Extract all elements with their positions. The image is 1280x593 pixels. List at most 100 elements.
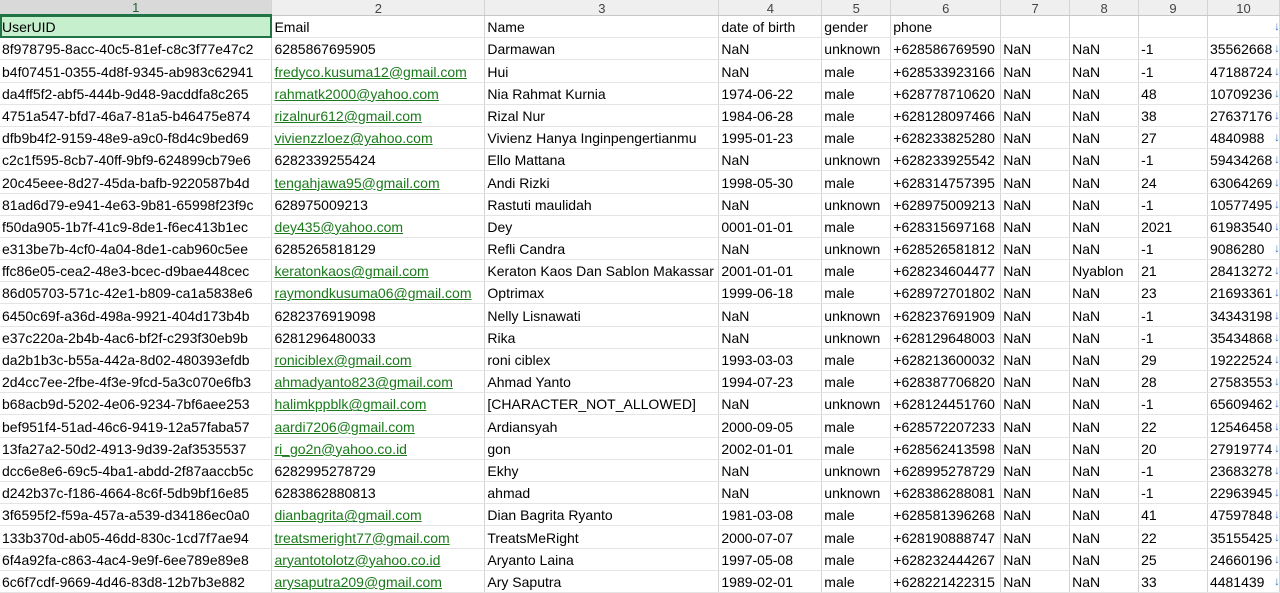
table-cell[interactable]: 0001-01-01 [718,215,823,238]
table-cell[interactable]: Rizal Nur [484,104,720,127]
table-cell[interactable]: unknown [821,303,892,327]
table-cell[interactable]: 10577495 ↓ [1207,193,1280,216]
table-cell[interactable]: +628572207233 [890,414,1002,438]
table-cell[interactable]: NaN [1000,259,1071,283]
table-cell[interactable]: +628972701802 [890,281,1002,305]
table-cell[interactable]: -1 [1138,392,1208,416]
column-header-1[interactable]: 1 [0,0,273,16]
table-cell[interactable]: NaN [1000,348,1071,372]
table-cell[interactable]: unknown [821,237,892,261]
table-cell[interactable]: -1 [1138,193,1208,216]
table-cell[interactable]: 133b370d-ab05-46dd-830c-1cd7f7ae94 [0,525,273,549]
table-cell[interactable]: +628221422315 [890,570,1002,593]
table-cell[interactable]: 1989-02-01 [718,570,823,593]
header-cell[interactable]: Name [484,15,720,39]
table-cell[interactable]: 22 [1138,525,1208,549]
table-cell[interactable]: 63064269 ↓ [1207,170,1280,194]
table-cell[interactable]: +628128097466 [890,104,1002,127]
table-cell[interactable]: NaN [718,148,823,172]
table-cell[interactable]: ahmad [484,481,720,505]
table-cell[interactable]: e37c220a-2b4b-4ac6-bf2f-c293f30eb9b [0,326,273,349]
table-cell[interactable]: male [821,370,892,394]
table-cell[interactable]: NaN [1069,193,1140,216]
table-cell[interactable]: NaN [1069,370,1140,394]
table-cell[interactable]: NaN [1000,370,1071,394]
table-cell[interactable]: 28 [1138,370,1208,394]
email-link[interactable]: vivienzzloez@yahoo.com [274,130,432,146]
table-cell[interactable]: 6285867695905 [271,37,486,61]
table-cell[interactable]: Ary Saputra [484,570,720,593]
table-cell[interactable]: NaN [1069,570,1140,593]
table-cell[interactable]: NaN [1069,170,1140,194]
table-cell[interactable]: -1 [1138,303,1208,327]
table-cell[interactable]: NaN [718,59,823,83]
table-cell[interactable]: NaN [1069,104,1140,127]
table-cell[interactable]: 6c6f7cdf-9669-4d46-83d8-12b7b3e882 [0,570,273,593]
table-cell[interactable]: male [821,437,892,460]
table-cell[interactable]: 6285265818129 [271,237,486,261]
table-cell[interactable]: unknown [821,193,892,216]
table-cell[interactable]: aryantotolotz@yahoo.co.id [271,548,486,571]
email-link[interactable]: fredyco.kusuma12@gmail.com [274,64,466,80]
table-cell[interactable]: Ardiansyah [484,414,720,438]
table-cell[interactable]: 59434268 ↓ [1207,148,1280,172]
table-cell[interactable]: NaN [718,237,823,261]
table-cell[interactable]: unknown [821,148,892,172]
table-cell[interactable]: Ello Mattana [484,148,720,172]
email-link[interactable]: tengahjawa95@gmail.com [274,175,439,191]
table-cell[interactable]: vivienzzloez@yahoo.com [271,126,486,150]
table-cell[interactable]: male [821,82,892,105]
table-cell[interactable]: 38 [1138,104,1208,127]
table-cell[interactable]: 22963945 ↓ [1207,481,1280,505]
table-cell[interactable]: NaN [718,326,823,349]
email-link[interactable]: treatsmeright77@gmail.com [274,530,449,546]
table-cell[interactable]: 21693361 ↓ [1207,281,1280,305]
table-cell[interactable]: Hui [484,59,720,83]
table-cell[interactable]: 10709236 ↓ [1207,82,1280,105]
table-cell[interactable]: 1998-05-30 [718,170,823,194]
table-cell[interactable]: 23 [1138,281,1208,305]
table-cell[interactable]: NaN [1069,525,1140,549]
table-cell[interactable]: 65609462 ↓ [1207,392,1280,416]
table-cell[interactable]: +628995278729 [890,459,1002,482]
table-cell[interactable]: NaN [1069,326,1140,349]
table-cell[interactable]: fredyco.kusuma12@gmail.com [271,59,486,83]
table-cell[interactable]: e313be7b-4cf0-4a04-8de1-cab960c5ee [0,237,273,261]
table-cell[interactable]: 1981-03-08 [718,503,823,527]
table-cell[interactable]: +628975009213 [890,193,1002,216]
header-cell[interactable]: date of birth [718,15,823,39]
table-cell[interactable]: 27 [1138,126,1208,150]
table-cell[interactable]: male [821,570,892,593]
table-cell[interactable]: d242b37c-f186-4664-8c6f-5db9bf16e85 [0,481,273,505]
table-cell[interactable]: da4ff5f2-abf5-444b-9d48-9acddfa8c265 [0,82,273,105]
table-cell[interactable]: 24660196 ↓ [1207,548,1280,571]
table-cell[interactable]: +628778710620 [890,82,1002,105]
table-cell[interactable]: 1994-07-23 [718,370,823,394]
table-cell[interactable]: +628233925542 [890,148,1002,172]
table-cell[interactable]: Andi Rizki [484,170,720,194]
table-cell[interactable]: ahmadyanto823@gmail.com [271,370,486,394]
table-cell[interactable]: dcc6e8e6-69c5-4ba1-abdd-2f87aaccb5c [0,459,273,482]
table-cell[interactable]: roni ciblex [484,348,720,372]
table-cell[interactable]: 22 [1138,414,1208,438]
email-link[interactable]: dianbagrita@gmail.com [274,507,421,523]
table-cell[interactable]: unknown [821,459,892,482]
table-cell[interactable]: 12546458 ↓ [1207,414,1280,438]
table-cell[interactable]: NaN [1069,126,1140,150]
table-cell[interactable]: +628526581812 [890,237,1002,261]
email-link[interactable]: ri_go2n@yahoo.co.id [274,441,407,457]
table-cell[interactable]: unknown [821,326,892,349]
table-cell[interactable]: Nelly Lisnawati [484,303,720,327]
table-cell[interactable]: 13fa27a2-50d2-4913-9d39-2af3535537 [0,437,273,460]
table-cell[interactable]: +628586769590 [890,37,1002,61]
table-cell[interactable]: +628387706820 [890,370,1002,394]
table-cell[interactable]: male [821,281,892,305]
table-cell[interactable]: 6282339255424 [271,148,486,172]
table-cell[interactable]: dianbagrita@gmail.com [271,503,486,527]
table-cell[interactable]: +628124451760 [890,392,1002,416]
email-link[interactable]: dey435@yahoo.com [274,219,403,235]
table-cell[interactable]: Nia Rahmat Kurnia [484,82,720,105]
table-cell[interactable]: NaN [1000,104,1071,127]
table-cell[interactable]: f50da905-1b7f-41c9-8de1-f6ec413b1ec [0,215,273,238]
table-cell[interactable]: male [821,414,892,438]
